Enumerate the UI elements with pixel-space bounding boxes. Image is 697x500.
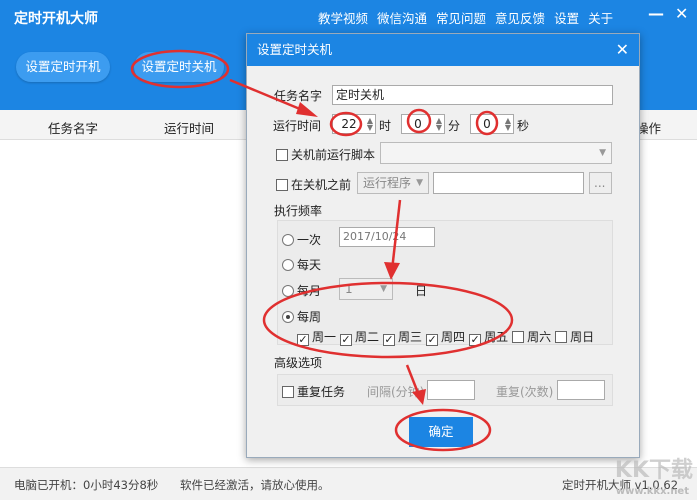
chevron-down-icon: ▼: [599, 148, 606, 158]
close-button[interactable]: ✕: [675, 4, 688, 23]
interval-label: 间隔(分钟): [367, 385, 425, 399]
second-spinner[interactable]: 0 ▲ ▼: [470, 114, 514, 134]
checkbox-icon[interactable]: ✓: [383, 334, 396, 346]
menu-settings[interactable]: 设置: [554, 8, 579, 27]
task-name-input[interactable]: 定时关机: [332, 85, 613, 105]
weekday-checkbox[interactable]: ✓ 周三: [383, 328, 422, 346]
weekly-radio[interactable]: 每周: [282, 308, 321, 325]
watermark-url: www.kkx.net: [615, 486, 689, 497]
col-task-name: 任务名字: [48, 121, 99, 136]
weekday-label: 周二: [355, 330, 380, 344]
weekday-label: 周六: [527, 330, 552, 344]
run-time-label: 运行时间: [273, 119, 322, 133]
before-shutdown-checkbox[interactable]: 在关机之前: [276, 176, 351, 193]
col-run-time: 运行时间: [164, 121, 215, 136]
dialog-title-bar: 设置定时关机 ✕: [247, 34, 639, 66]
chevron-down-icon: ▼: [416, 178, 423, 188]
spin-arrows-icon[interactable]: ▲ ▼: [367, 117, 373, 132]
second-unit: 秒: [517, 119, 530, 133]
top-menu: 教学视频 微信沟通 常见问题 意见反馈 设置 关于: [318, 8, 613, 27]
spin-arrows-icon[interactable]: ▲ ▼: [436, 117, 442, 132]
dialog-title: 设置定时关机: [257, 42, 333, 57]
interval-input[interactable]: [427, 380, 475, 400]
run-program-select[interactable]: 运行程序 ▼: [357, 172, 429, 194]
status-bar: 电脑已开机：0小时43分8秒 软件已经激活，请放心使用。 定时开机大师 v1.0…: [0, 467, 697, 500]
task-name-label: 任务名字: [274, 89, 323, 103]
spin-arrows-icon[interactable]: ▲ ▼: [505, 117, 511, 132]
set-boot-button[interactable]: 设置定时开机: [16, 52, 110, 82]
minimize-button[interactable]: —: [648, 4, 664, 23]
checkbox-icon[interactable]: [555, 331, 568, 343]
script-checkbox[interactable]: 关机前运行脚本: [276, 146, 375, 163]
second-value: 0: [483, 117, 491, 131]
checkbox-icon[interactable]: ✓: [426, 334, 439, 346]
weekday-label: 周日: [570, 330, 595, 344]
repeat-task-checkbox[interactable]: 重复任务: [282, 383, 345, 400]
month-day-value: 1: [345, 282, 353, 296]
repeat-count-input[interactable]: [557, 380, 605, 400]
watermark-logo: KK下载: [614, 458, 693, 483]
daily-radio[interactable]: 每天: [282, 256, 321, 273]
weekday-checkbox[interactable]: 周日: [555, 328, 594, 346]
daily-label: 每天: [297, 258, 322, 272]
once-label: 一次: [297, 233, 322, 247]
weekday-label: 周一: [312, 330, 337, 344]
weekday-checkbox[interactable]: 周六: [512, 328, 551, 346]
activation-text: 软件已经激活，请放心使用。: [180, 478, 330, 492]
weekday-checkbox[interactable]: ✓ 周二: [340, 328, 379, 346]
set-shutdown-button[interactable]: 设置定时关机: [134, 52, 224, 82]
browse-button[interactable]: ...: [589, 172, 612, 194]
weekday-label: 周四: [441, 330, 466, 344]
monthly-label: 每月: [297, 284, 322, 298]
menu-faq[interactable]: 常见问题: [436, 8, 486, 27]
weekday-label: 周五: [484, 330, 509, 344]
frequency-label: 执行频率: [274, 204, 323, 218]
day-unit: 日: [415, 284, 428, 298]
repeat-count-label: 重复(次数): [496, 385, 554, 399]
checkbox-icon[interactable]: ✓: [340, 334, 353, 346]
menu-tutorial[interactable]: 教学视频: [318, 8, 368, 27]
menu-wechat[interactable]: 微信沟通: [377, 8, 427, 27]
app-title: 定时开机大师: [14, 11, 98, 27]
dialog-close-button[interactable]: ✕: [616, 34, 629, 66]
hour-spinner[interactable]: 22 ▲ ▼: [332, 114, 376, 134]
weekday-checkbox[interactable]: ✓ 周五: [469, 328, 508, 346]
repeat-task-label: 重复任务: [297, 385, 346, 399]
script-select[interactable]: ▼: [380, 142, 612, 164]
minute-value: 0: [414, 117, 422, 131]
before-label: 在关机之前: [291, 178, 352, 192]
weekly-label: 每周: [297, 310, 322, 324]
program-path-input[interactable]: [433, 172, 584, 194]
uptime-text: 电脑已开机：0小时43分8秒: [14, 478, 159, 492]
checkbox-icon[interactable]: [512, 331, 525, 343]
hour-value: 22: [341, 117, 357, 131]
chevron-down-icon: ▼: [380, 284, 387, 294]
monthly-radio[interactable]: 每月: [282, 282, 321, 299]
minute-spinner[interactable]: 0 ▲ ▼: [401, 114, 445, 134]
weekday-checkbox[interactable]: ✓ 周四: [426, 328, 465, 346]
weekday-checkboxes: ✓ 周一 ✓ 周二 ✓ 周三 ✓ 周四 ✓ 周五 周六 周日: [297, 328, 594, 346]
run-program-label: 运行程序: [363, 176, 412, 190]
hour-unit: 时: [379, 119, 392, 133]
menu-feedback[interactable]: 意见反馈: [495, 8, 545, 27]
frequency-group: [277, 220, 613, 345]
weekday-checkbox[interactable]: ✓ 周一: [297, 328, 336, 346]
weekday-label: 周三: [398, 330, 423, 344]
checkbox-icon[interactable]: ✓: [469, 334, 482, 346]
ok-button[interactable]: 确定: [409, 417, 473, 447]
minute-unit: 分: [448, 119, 461, 133]
shutdown-dialog: 设置定时关机 ✕ 任务名字 定时关机 运行时间 22 ▲ ▼ 时 0 ▲ ▼ 分 0 ▲ ▼…: [246, 33, 640, 458]
checkbox-icon[interactable]: ✓: [297, 334, 309, 346]
menu-about[interactable]: 关于: [588, 8, 613, 27]
advanced-label: 高级选项: [274, 356, 323, 370]
script-label: 关机前运行脚本: [291, 148, 376, 162]
once-radio[interactable]: 一次: [282, 231, 321, 248]
month-day-select[interactable]: 1 ▼: [339, 278, 393, 300]
once-date-input[interactable]: 2017/10/24: [339, 227, 435, 247]
